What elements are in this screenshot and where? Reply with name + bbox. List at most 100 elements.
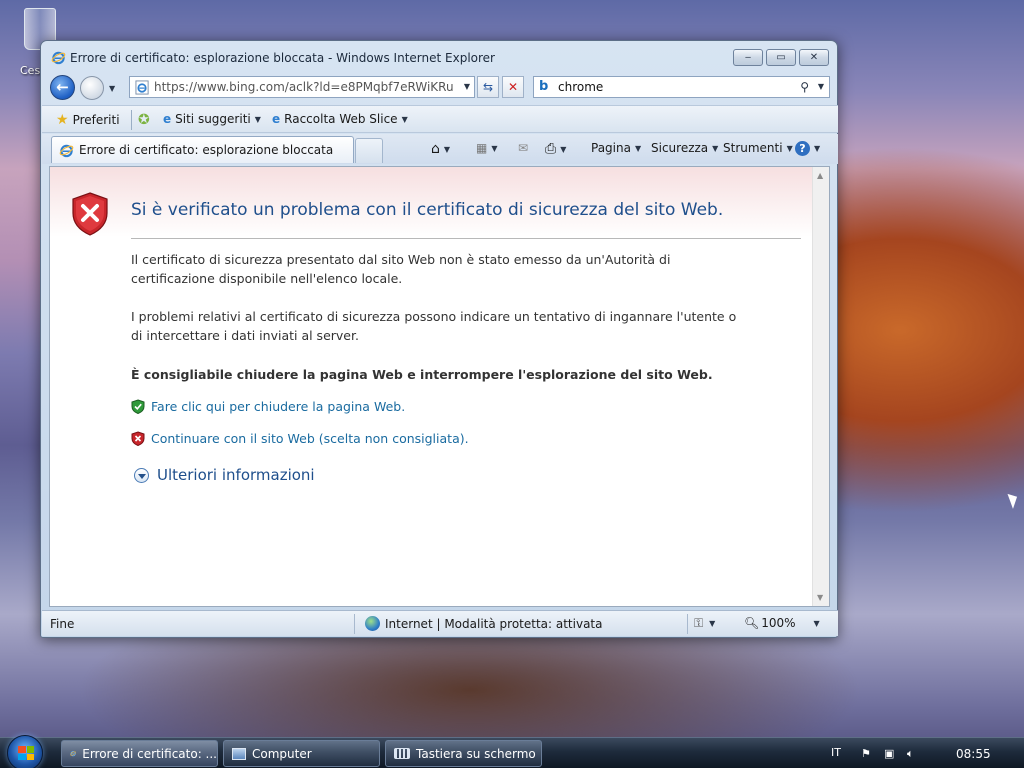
ie-logo-icon [70,751,76,757]
continue-link-text: Continuare con il sito Web (scelta non c… [151,431,469,446]
tab-command-row: Errore di certificato: esplorazione bloc… [42,134,838,164]
zoom-level: 100% [761,616,796,630]
protected-mode-button[interactable]: ⚿ ▼ [694,616,715,631]
scroll-up-icon[interactable]: ▲ [817,171,823,180]
internet-globe-icon [365,616,380,631]
favorites-label: Preferiti [72,113,120,127]
warning-paragraph: I problemi relativi al certificato di si… [131,309,737,343]
language-indicator[interactable]: IT [831,746,841,759]
security-menu-label: Sicurezza [651,141,709,155]
minimize-button[interactable]: ‒ [733,49,763,66]
favorites-button[interactable]: ★ Preferiti [56,112,120,128]
page-menu-label: Pagina [591,141,631,155]
status-text: Fine [50,617,75,631]
taskbar-item-on-screen-keyboard[interactable]: Tastiera su schermo [385,740,542,767]
red-shield-icon [131,431,145,446]
new-tab-button[interactable] [355,138,383,163]
ie-logo-icon [59,144,74,158]
security-zone[interactable]: Internet | Modalità protetta: attivata [365,616,602,631]
taskbar-item-computer[interactable]: Computer [223,740,380,767]
back-arrow-icon: ← [56,78,69,96]
security-zone-text: Internet | Modalità protetta: attivata [385,616,603,631]
zoom-magnifier-icon: 🔍︎ [744,616,760,630]
security-menu-button[interactable]: Sicurezza ▼ [651,141,718,155]
address-dropdown-icon[interactable]: ▼ [464,82,470,91]
print-button[interactable]: ⎙ ▼ [545,141,566,157]
help-icon: ? [795,141,810,156]
web-slice-gallery-button[interactable]: e Raccolta Web Slice ▼ [272,112,408,126]
add-favorites-button[interactable]: ✪ [138,112,150,128]
page-menu-button[interactable]: Pagina ▼ [591,141,641,155]
page-title: Si è verificato un problema con il certi… [131,200,724,220]
back-button[interactable]: ← [50,75,75,100]
ie-window: Errore di certificato: esplorazione bloc… [40,40,838,638]
search-options-dropdown-icon[interactable]: ▼ [818,82,824,91]
help-button[interactable]: ? ▼ [795,141,820,156]
tab-certificate-error[interactable]: Errore di certificato: esplorazione bloc… [51,136,354,163]
tools-menu-label: Strumenti [723,141,783,155]
start-button[interactable] [7,735,43,768]
address-bar[interactable]: ▼ [129,76,475,98]
maximize-button[interactable]: ▭ [766,49,796,66]
zoom-control[interactable]: 🔍︎ 100% ▼ [744,616,820,630]
vertical-scrollbar[interactable]: ▲ ▼ [812,167,829,606]
more-information-toggle[interactable]: Ulteriori informazioni [134,466,315,484]
title-bar[interactable]: Errore di certificato: esplorazione bloc… [41,41,837,73]
mail-icon: ✉ [518,141,529,155]
tools-menu-dropdown-icon: ▼ [786,143,793,153]
suggested-sites-button[interactable]: e Siti suggeriti ▼ [163,112,261,126]
suggested-sites-dropdown-icon: ▼ [254,114,261,124]
tab-label: Errore di certificato: esplorazione bloc… [79,143,334,157]
close-button[interactable]: ✕ [799,49,829,66]
star-icon: ★ [56,112,69,128]
home-button[interactable]: ⌂ ▼ [431,141,450,157]
explanation-paragraph: Il certificato di sicurezza presentato d… [131,252,671,286]
print-dropdown-icon: ▼ [560,144,567,154]
security-menu-dropdown-icon: ▼ [712,143,719,153]
search-input[interactable] [558,79,778,95]
favorites-bar: ★ Preferiti ✪ e Siti suggeriti ▼ e Racco… [42,105,838,133]
taskbar-item-label: Errore di certificato: ... [82,746,217,761]
divider [131,238,801,239]
ie-logo-icon [51,51,66,65]
stop-button[interactable]: ✕ [502,76,524,98]
windows-logo-icon [18,746,34,760]
protected-mode-dropdown-icon: ▼ [709,619,716,628]
status-bar: Fine Internet | Modalità protetta: attiv… [42,610,838,636]
home-icon: ⌂ [431,141,440,157]
action-center-flag-icon[interactable]: ⚑ [861,747,875,760]
search-icon[interactable]: ⚲ [800,80,809,94]
volume-muted-icon[interactable]: 🔈︎ [907,747,921,760]
favorites-separator [131,110,132,130]
feeds-button[interactable]: ▦ ▼ [476,141,498,155]
refresh-icon: ⇆ [482,80,494,94]
search-bar[interactable]: b ⚲ ▼ [533,76,830,98]
window-title: Errore di certificato: esplorazione bloc… [70,51,495,65]
help-dropdown-icon: ▼ [814,144,821,153]
computer-icon [232,747,246,760]
zoom-dropdown-icon: ▼ [813,618,820,628]
web-slice-dropdown-icon: ▼ [401,114,408,124]
taskbar: Errore di certificato: ... Computer Tast… [0,735,1024,768]
continue-to-site-link[interactable]: Continuare con il sito Web (scelta non c… [131,431,469,446]
ie-page-icon: e [272,112,281,126]
mail-button[interactable]: ✉ [518,141,528,155]
address-input[interactable] [154,79,454,95]
scroll-down-icon[interactable]: ▼ [817,593,823,602]
taskbar-item-ie[interactable]: Errore di certificato: ... [61,740,218,767]
web-slice-label: Raccolta Web Slice [284,112,398,126]
clock[interactable]: 08:55 [956,747,991,761]
forward-button[interactable] [80,76,104,100]
ie-page-icon: e [163,112,172,126]
bing-logo-icon: b [539,79,549,94]
refresh-button[interactable]: ⇆ [477,76,499,98]
page-ie-icon [135,80,149,95]
close-page-link[interactable]: Fare clic qui per chiudere la pagina Web… [131,399,405,414]
network-icon[interactable]: ▣ [884,747,898,760]
recycle-bin-label: Ces [20,64,41,77]
tools-menu-button[interactable]: Strumenti ▼ [723,141,793,155]
lock-icon: ⚿ [694,616,704,630]
mouse-cursor-icon [1007,491,1021,509]
history-dropdown-icon[interactable]: ▼ [109,84,115,93]
keyboard-icon [394,748,410,759]
